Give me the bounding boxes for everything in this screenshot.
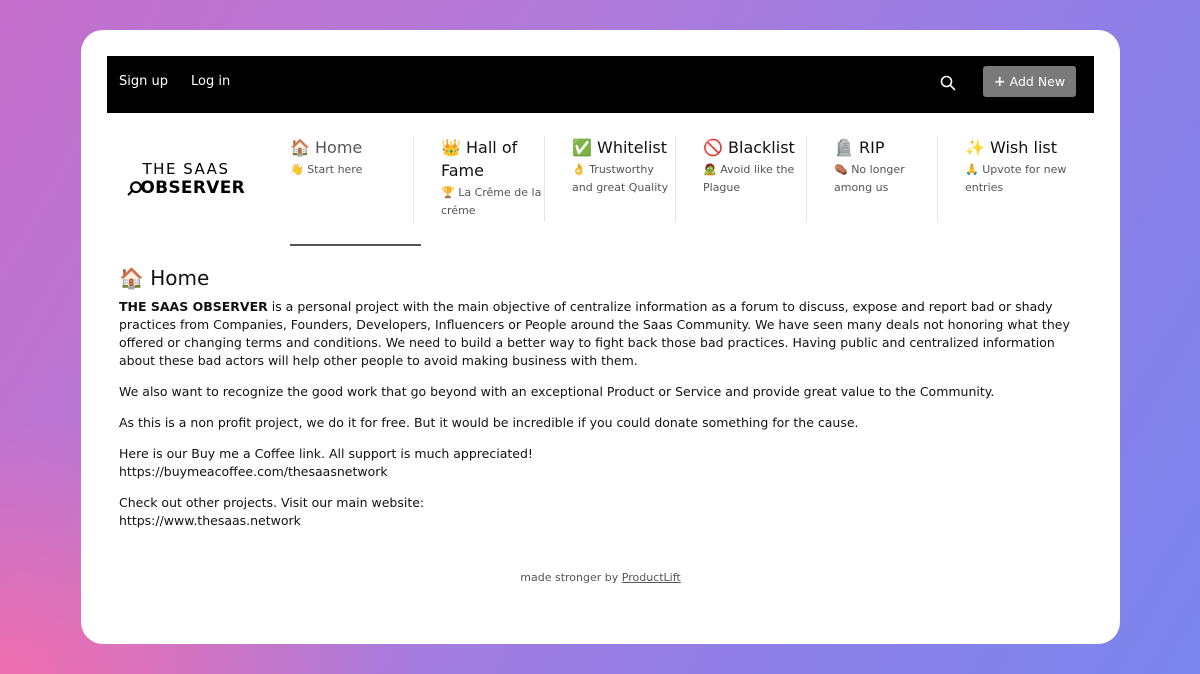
tab-divider xyxy=(413,136,414,222)
paragraph-donate: As this is a non profit project, we do i… xyxy=(119,415,859,430)
top-navbar: Sign up Log in + Add New xyxy=(107,56,1094,113)
coffee-link[interactable]: https://buymeacoffee.com/thesaasnetwork xyxy=(119,464,388,479)
coffee-text: Here is our Buy me a Coffee link. All su… xyxy=(119,446,533,461)
active-tab-underline xyxy=(290,244,421,246)
tab-title: 👑 Hall of Fame xyxy=(441,136,543,182)
productlift-link[interactable]: ProductLift xyxy=(622,571,681,584)
tab-divider xyxy=(937,136,938,222)
website-text: Check out other projects. Visit our main… xyxy=(119,495,425,510)
sparkles-icon: ✨ xyxy=(965,138,985,157)
tab-subtitle: 🧟 Avoid like the Plague xyxy=(703,161,801,197)
logo-line2: OBSERVER xyxy=(140,178,245,198)
tab-label: RIP xyxy=(859,138,885,157)
tab-wish-list[interactable]: ✨ Wish list 🙏 Upvote for new entries xyxy=(965,136,1075,222)
tab-sub-label: Avoid like the Plague xyxy=(703,163,795,194)
crown-icon: 👑 xyxy=(441,138,461,157)
tab-subtitle: 🏆 La Crême de la créme xyxy=(441,184,543,220)
intro-paragraph: THE SAAS OBSERVER is a personal project … xyxy=(119,298,1079,370)
paragraph-coffee: Here is our Buy me a Coffee link. All su… xyxy=(119,445,1079,481)
paragraph-recognize: We also want to recognize the good work … xyxy=(119,384,995,399)
paragraph-website: Check out other projects. Visit our main… xyxy=(119,494,1079,530)
tab-sub-label: Trustworthy and great Quality xyxy=(572,163,669,194)
tab-label: Wish list xyxy=(990,138,1057,157)
tab-sub-label: La Crême de la créme xyxy=(441,186,542,217)
tab-label: Home xyxy=(315,138,363,157)
add-new-button[interactable]: + Add New xyxy=(983,66,1076,97)
tab-whitelist[interactable]: ✅ Whitelist 👌 Trustworthy and great Qual… xyxy=(572,136,670,222)
main-content: 🏠 Home THE SAAS OBSERVER is a personal p… xyxy=(119,264,1079,543)
tab-label: Blacklist xyxy=(728,138,795,157)
tab-rip[interactable]: 🪦 RIP ⚰️ No longer among us xyxy=(834,136,932,222)
ok-hand-icon: 👌 xyxy=(572,163,586,176)
prohibited-icon: 🚫 xyxy=(703,138,723,157)
tab-divider xyxy=(806,136,807,222)
tab-title: 🚫 Blacklist xyxy=(703,136,801,159)
tab-subtitle: 👋 Start here xyxy=(290,161,410,179)
brand-name: THE SAAS OBSERVER xyxy=(119,299,268,314)
house-icon: 🏠 xyxy=(290,138,310,157)
login-link[interactable]: Log in xyxy=(191,74,230,89)
tab-divider xyxy=(675,136,676,222)
site-logo[interactable]: THE SAAS OBSERVER xyxy=(127,160,245,198)
tab-divider xyxy=(544,136,545,222)
tab-title: 🪦 RIP xyxy=(834,136,932,159)
page-title: 🏠 Home xyxy=(119,264,1079,292)
plus-icon: + xyxy=(993,73,1006,90)
tab-subtitle: 🙏 Upvote for new entries xyxy=(965,161,1075,197)
check-icon: ✅ xyxy=(572,138,592,157)
tab-label: Whitelist xyxy=(597,138,668,157)
page-title-text: Home xyxy=(150,266,210,290)
footer: made stronger by ProductLift xyxy=(81,571,1120,584)
app-card: Sign up Log in + Add New THE SAAS OBSERV… xyxy=(81,30,1120,644)
tab-sub-label: Upvote for new entries xyxy=(965,163,1067,194)
tab-title: 🏠 Home xyxy=(290,136,410,159)
tab-title: ✨ Wish list xyxy=(965,136,1075,159)
tab-home[interactable]: 🏠 Home 👋 Start here xyxy=(290,136,410,222)
footer-text: made stronger by xyxy=(520,571,619,584)
headstone-icon: 🪦 xyxy=(834,138,854,157)
tab-sub-label: Start here xyxy=(307,163,363,176)
house-icon: 🏠 xyxy=(119,266,144,290)
tab-hall-of-fame[interactable]: 👑 Hall of Fame 🏆 La Crême de la créme xyxy=(441,136,543,222)
trophy-icon: 🏆 xyxy=(441,186,455,199)
logo-line1: THE SAAS xyxy=(142,160,230,178)
coffin-icon: ⚰️ xyxy=(834,163,848,176)
search-icon[interactable] xyxy=(939,74,957,92)
tab-subtitle: 👌 Trustworthy and great Quality xyxy=(572,161,670,197)
tab-subtitle: ⚰️ No longer among us xyxy=(834,161,932,197)
add-new-label: Add New xyxy=(1009,74,1066,89)
wave-icon: 👋 xyxy=(290,163,304,176)
tab-title: ✅ Whitelist xyxy=(572,136,670,159)
signup-link[interactable]: Sign up xyxy=(119,74,168,89)
pray-icon: 🙏 xyxy=(965,163,979,176)
tab-blacklist[interactable]: 🚫 Blacklist 🧟 Avoid like the Plague xyxy=(703,136,801,222)
zombie-icon: 🧟 xyxy=(703,163,717,176)
website-link[interactable]: https://www.thesaas.network xyxy=(119,513,301,528)
